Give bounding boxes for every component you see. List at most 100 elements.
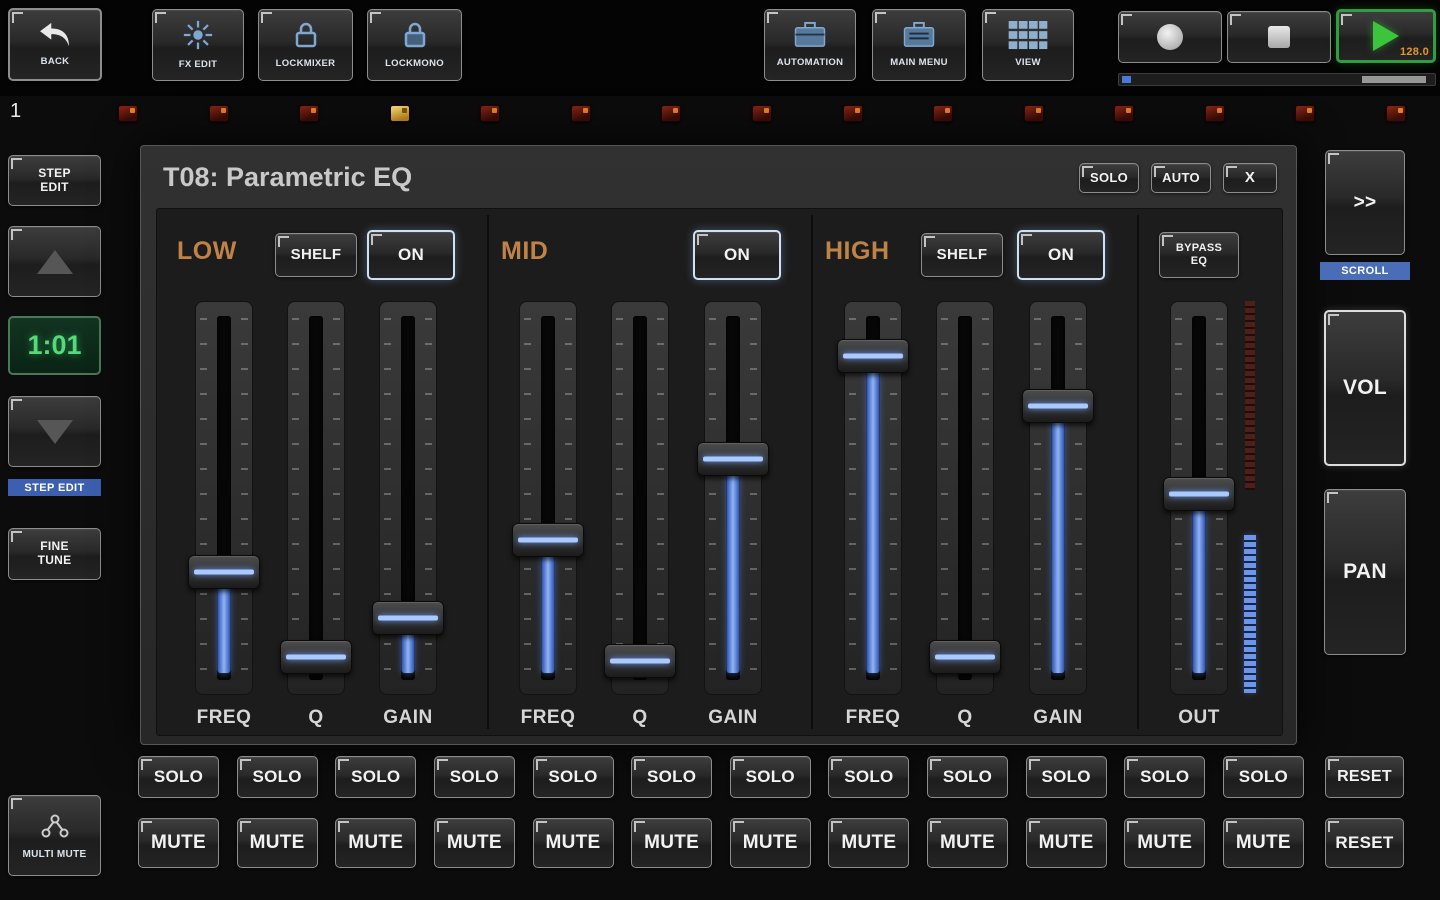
main-menu-button[interactable]: MAIN MENU [872, 9, 966, 81]
fine-tune-button[interactable]: FINE TUNE [8, 528, 101, 580]
low-q-slider[interactable] [276, 301, 356, 695]
eq-solo-button[interactable]: SOLO [1079, 163, 1139, 193]
high-shelf-button[interactable]: SHELF [921, 233, 1003, 277]
scroll-button[interactable]: >> [1325, 150, 1405, 255]
step-indicator[interactable] [571, 105, 591, 122]
view-button[interactable]: VIEW [982, 9, 1074, 81]
slider-thumb[interactable] [512, 523, 584, 557]
track-mute-button[interactable]: MUTE [434, 818, 515, 868]
record-button[interactable] [1118, 11, 1222, 63]
step-indicator[interactable] [390, 105, 410, 122]
multi-mute-button[interactable]: MULTI MUTE [8, 795, 101, 876]
track-mute-button[interactable]: MUTE [1124, 818, 1205, 868]
step-indicator[interactable] [752, 105, 772, 122]
mute-label: MUTE [1236, 832, 1291, 854]
step-indicator[interactable] [661, 105, 681, 122]
song-position-bar[interactable] [1118, 73, 1436, 86]
eq-auto-button[interactable]: AUTO [1151, 163, 1211, 193]
slider-thumb[interactable] [1022, 389, 1094, 423]
track-mute-button[interactable]: MUTE [1223, 818, 1304, 868]
track-solo-button[interactable]: SOLO [631, 756, 712, 798]
track-mute-button[interactable]: MUTE [631, 818, 712, 868]
reset-mute-button[interactable]: RESET [1325, 818, 1404, 868]
low-on-button[interactable]: ON [367, 230, 455, 280]
track-solo-button[interactable]: SOLO [335, 756, 416, 798]
fx-edit-button[interactable]: FX EDIT [152, 9, 244, 81]
close-icon[interactable]: X [1223, 163, 1277, 193]
low-gain-slider[interactable] [368, 301, 448, 695]
track-mute-button[interactable]: MUTE [1026, 818, 1107, 868]
vol-tab-button[interactable]: VOL [1324, 310, 1406, 466]
mid-gain-slider[interactable] [693, 301, 773, 695]
high-on-button[interactable]: ON [1017, 230, 1105, 280]
automation-button[interactable]: AUTOMATION [764, 9, 856, 81]
step-indicator[interactable] [118, 105, 138, 122]
pan-tab-button[interactable]: PAN [1324, 489, 1406, 655]
track-mute-button[interactable]: MUTE [533, 818, 614, 868]
track-solo-button[interactable]: SOLO [1026, 756, 1107, 798]
track-solo-button[interactable]: SOLO [927, 756, 1008, 798]
bypass-eq-button[interactable]: BYPASS EQ [1159, 232, 1239, 278]
slider-thumb[interactable] [929, 640, 1001, 674]
solo-label: SOLO [647, 767, 696, 787]
track-mute-button[interactable]: MUTE [237, 818, 318, 868]
reset-solo-button[interactable]: RESET [1325, 756, 1404, 798]
mute-label: MUTE [1137, 832, 1192, 854]
step-indicator[interactable] [480, 105, 500, 122]
high-freq-slider[interactable] [833, 301, 913, 695]
mid-on-button[interactable]: ON [693, 230, 781, 280]
slider-thumb[interactable] [604, 644, 676, 678]
step-indicator[interactable] [299, 105, 319, 122]
track-solo-button[interactable]: SOLO [434, 756, 515, 798]
track-mute-button[interactable]: MUTE [138, 818, 219, 868]
track-solo-button[interactable]: SOLO [1223, 756, 1304, 798]
step-indicator[interactable] [209, 105, 229, 122]
play-button[interactable]: 128.0 [1336, 9, 1436, 63]
track-solo-button[interactable]: SOLO [730, 756, 811, 798]
track-mute-button[interactable]: MUTE [828, 818, 909, 868]
high-q-slider[interactable] [925, 301, 1005, 695]
mid-freq-slider[interactable] [508, 301, 588, 695]
slider-label: GAIN [368, 707, 448, 729]
solo-label: SOLO [1041, 767, 1090, 787]
step-indicator[interactable] [843, 105, 863, 122]
low-shelf-button[interactable]: SHELF [275, 233, 357, 277]
step-indicator[interactable] [933, 105, 953, 122]
step-down-button[interactable] [8, 396, 101, 467]
mute-label: MUTE [743, 832, 798, 854]
slider-thumb[interactable] [280, 640, 352, 674]
track-mute-button[interactable]: MUTE [730, 818, 811, 868]
slider-thumb[interactable] [372, 601, 444, 635]
track-solo-button[interactable]: SOLO [1124, 756, 1205, 798]
track-mute-button[interactable]: MUTE [335, 818, 416, 868]
slider-fill [1193, 502, 1206, 673]
step-indicator[interactable] [1386, 105, 1406, 122]
step-indicator[interactable] [1114, 105, 1134, 122]
step-indicator[interactable] [1024, 105, 1044, 122]
low-freq-slider[interactable] [184, 301, 264, 695]
track-solo-button[interactable]: SOLO [828, 756, 909, 798]
mid-q-slider[interactable] [600, 301, 680, 695]
slider-thumb[interactable] [188, 555, 260, 589]
step-indicator[interactable] [1205, 105, 1225, 122]
stop-button[interactable] [1227, 11, 1331, 63]
track-mute-button[interactable]: MUTE [927, 818, 1008, 868]
track-solo-button[interactable]: SOLO [138, 756, 219, 798]
track-solo-button[interactable]: SOLO [533, 756, 614, 798]
back-button[interactable]: BACK [8, 8, 102, 81]
lockmono-button[interactable]: LOCKMONO [367, 9, 462, 81]
fx-starburst-icon [182, 19, 214, 56]
out-level-slider[interactable] [1159, 301, 1239, 695]
dialog-title: T08: Parametric EQ [163, 162, 412, 193]
slider-thumb[interactable] [1163, 477, 1235, 511]
band-high-title: HIGH [825, 237, 890, 266]
high-gain-slider[interactable] [1018, 301, 1098, 695]
track-solo-button[interactable]: SOLO [237, 756, 318, 798]
lockmixer-button[interactable]: LOCKMIXER [258, 9, 353, 81]
step-edit-button[interactable]: STEP EDIT [8, 155, 101, 206]
slider-thumb[interactable] [697, 442, 769, 476]
band-divider [1137, 215, 1139, 729]
step-up-button[interactable] [8, 226, 101, 297]
step-indicator[interactable] [1295, 105, 1315, 122]
slider-thumb[interactable] [837, 339, 909, 373]
